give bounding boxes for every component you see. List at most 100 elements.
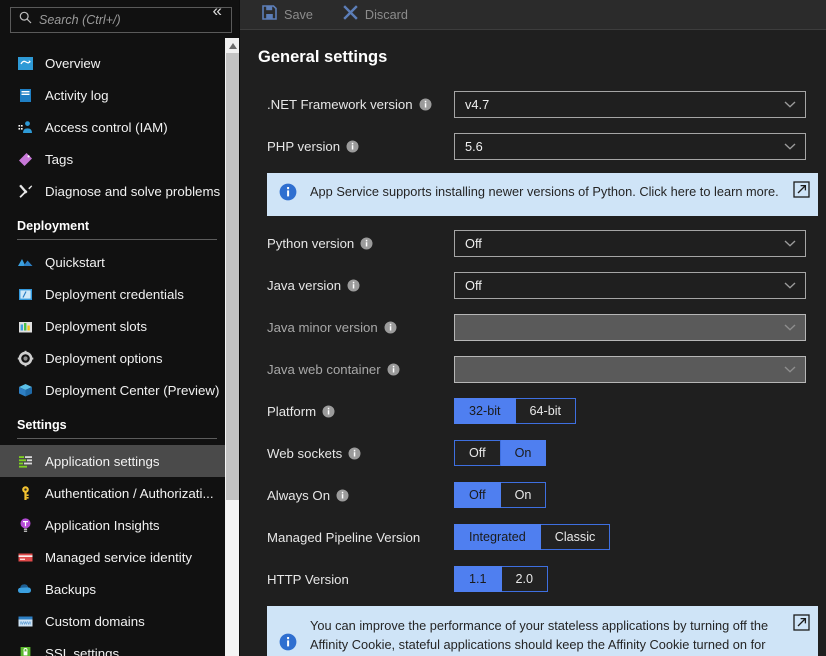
info-icon[interactable] — [322, 405, 335, 418]
info-icon[interactable] — [384, 321, 397, 334]
external-link-icon[interactable] — [793, 614, 810, 636]
sidebar-item-label: Managed service identity — [45, 549, 193, 565]
sidebar-item-deployment-options[interactable]: Deployment options — [0, 342, 240, 374]
http-version-option-20[interactable]: 2.0 — [501, 566, 549, 592]
discard-button[interactable]: Discard — [339, 3, 412, 27]
form-row-dotnet-version: .NET Framework version v4.7 — [240, 83, 826, 125]
nav-section-title: Deployment — [17, 219, 90, 233]
info-icon[interactable] — [387, 363, 400, 376]
info-icon[interactable] — [348, 447, 361, 460]
sidebar-item-label: Access control (IAM) — [45, 119, 168, 135]
sidebar-item-label: Application Insights — [45, 517, 160, 533]
sidebar-item-deployment-credentials[interactable]: Deployment credentials — [0, 278, 240, 310]
sidebar-item-label: Diagnose and solve problems — [45, 183, 221, 199]
info-icon[interactable] — [419, 98, 432, 111]
sidebar-scrollbar[interactable] — [225, 38, 240, 656]
search-box[interactable] — [10, 7, 232, 33]
web-sockets-option-on[interactable]: On — [500, 440, 547, 466]
info-circle-icon — [279, 183, 297, 206]
always-on-label: Always On — [267, 488, 454, 503]
nav-section-settings: Settings — [0, 418, 240, 445]
label-text: Platform — [267, 403, 317, 419]
diagnose-icon — [17, 183, 34, 200]
deployment-center-icon — [17, 382, 34, 399]
sidebar-item-label: Activity log — [45, 87, 109, 103]
info-circle-icon — [279, 633, 297, 656]
deployment-slots-icon — [17, 318, 34, 335]
java-web-container-select — [454, 355, 806, 383]
sidebar-item-custom-domains[interactable]: www Custom domains — [0, 605, 240, 637]
sidebar-item-tags[interactable]: Tags — [0, 143, 240, 175]
sidebar-item-application-settings[interactable]: Application settings — [0, 445, 240, 477]
sidebar-item-managed-service-identity[interactable]: Managed service identity — [0, 541, 240, 573]
sidebar-item-label: Deployment options — [45, 350, 163, 366]
platform-option-64bit[interactable]: 64-bit — [515, 398, 577, 424]
java-minor-version-label: Java minor version — [267, 320, 454, 335]
sidebar-item-overview[interactable]: Overview — [0, 47, 240, 79]
java-version-select[interactable]: Off — [454, 271, 806, 299]
web-sockets-option-off[interactable]: Off — [454, 440, 501, 466]
application-insights-icon — [17, 517, 34, 534]
sidebar-item-activity-log[interactable]: Activity log — [0, 79, 240, 111]
ssl-settings-icon — [17, 645, 34, 656]
sidebar-item-ssl-settings[interactable]: SSL settings — [0, 637, 240, 656]
always-on-option-off[interactable]: Off — [454, 482, 501, 508]
nav-group-settings: Application settings Authentication / Au… — [0, 445, 240, 656]
save-button[interactable]: Save — [258, 3, 317, 27]
http-version-option-11[interactable]: 1.1 — [454, 566, 502, 592]
nav-section-title: Settings — [17, 418, 67, 432]
label-text: Web sockets — [267, 445, 343, 461]
sidebar-item-application-insights[interactable]: Application Insights — [0, 509, 240, 541]
form-row-php-version: PHP version 5.6 — [240, 125, 826, 167]
application-settings-icon — [17, 453, 34, 470]
label-text: PHP version — [267, 138, 341, 154]
tag-icon — [17, 151, 34, 168]
collapse-menu-button[interactable]: « — [213, 2, 222, 19]
settings-body: General settings .NET Framework version … — [240, 30, 826, 656]
page-title: General settings — [258, 48, 388, 66]
save-label: Save — [284, 7, 313, 22]
web-sockets-label: Web sockets — [267, 446, 454, 461]
form-row-managed-pipeline-version: Managed Pipeline Version Integrated Clas… — [240, 516, 826, 558]
info-icon[interactable] — [360, 237, 373, 250]
sidebar-item-deployment-slots[interactable]: Deployment slots — [0, 310, 240, 342]
sidebar-item-diagnose[interactable]: Diagnose and solve problems — [0, 175, 240, 207]
scroll-up-arrow-icon[interactable] — [225, 38, 240, 53]
web-sockets-toggle-group: Off On — [454, 440, 547, 466]
form-row-platform: Platform 32-bit 64-bit — [240, 390, 826, 432]
scrollbar-thumb[interactable] — [226, 53, 239, 500]
pipeline-option-integrated[interactable]: Integrated — [454, 524, 541, 550]
affinity-cookie-info-banner[interactable]: You can improve the performance of your … — [267, 606, 818, 656]
pipeline-option-classic[interactable]: Classic — [540, 524, 611, 550]
sidebar-item-authentication[interactable]: Authentication / Authorizati... — [0, 477, 240, 509]
python-banner-text: App Service supports installing newer ve… — [310, 184, 779, 199]
sidebar-item-deployment-center[interactable]: Deployment Center (Preview) — [0, 374, 240, 406]
sidebar-item-quickstart[interactable]: Quickstart — [0, 246, 240, 278]
external-link-icon[interactable] — [793, 181, 810, 203]
resource-menu-sidebar: Overview Activity log — [0, 0, 240, 656]
label-text: Java web container — [267, 361, 381, 377]
managed-pipeline-toggle-group: Integrated Classic — [454, 524, 611, 550]
search-input[interactable] — [39, 13, 223, 27]
sidebar-item-access-control[interactable]: Access control (IAM) — [0, 111, 240, 143]
custom-domains-icon: www — [17, 613, 34, 630]
dotnet-version-select[interactable]: v4.7 — [454, 90, 806, 118]
overview-icon — [17, 55, 34, 72]
backups-icon — [17, 581, 34, 598]
platform-label: Platform — [267, 404, 454, 419]
always-on-toggle-group: Off On — [454, 482, 547, 508]
sidebar-item-backups[interactable]: Backups — [0, 573, 240, 605]
info-icon[interactable] — [347, 279, 360, 292]
info-icon[interactable] — [346, 140, 359, 153]
java-version-value: Off — [465, 277, 482, 293]
info-icon[interactable] — [336, 489, 349, 502]
python-version-select[interactable]: Off — [454, 229, 806, 257]
platform-option-32bit[interactable]: 32-bit — [454, 398, 516, 424]
form-row-java-minor-version: Java minor version — [240, 306, 826, 348]
sidebar-item-label: SSL settings — [45, 645, 120, 656]
always-on-option-on[interactable]: On — [500, 482, 547, 508]
python-info-banner[interactable]: App Service supports installing newer ve… — [267, 173, 818, 216]
php-version-select[interactable]: 5.6 — [454, 132, 806, 160]
deployment-credentials-icon — [17, 286, 34, 303]
sidebar-item-label: Deployment Center (Preview) — [45, 382, 220, 398]
